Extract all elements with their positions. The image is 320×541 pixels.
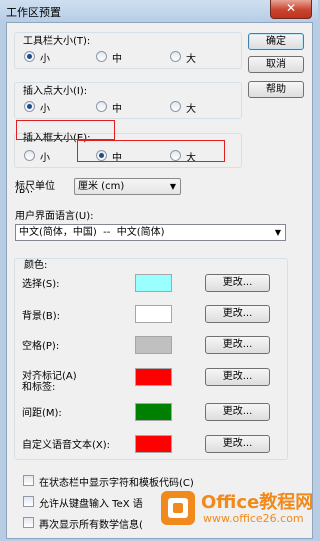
show-math-info-label[interactable]: 再次显示所有数学信息( xyxy=(39,516,143,531)
insertion-point-medium-radio[interactable] xyxy=(96,101,107,112)
toolbar-size-small-radio[interactable] xyxy=(24,51,35,62)
color-label-space: 空格(P): xyxy=(22,341,60,352)
help-button[interactable]: 帮助 xyxy=(248,81,304,98)
toolbar-size-small-label[interactable]: 小 xyxy=(40,50,50,65)
ui-language-select[interactable]: 中文(简体，中国) -- 中文(简体) ▼ xyxy=(15,224,286,241)
change-spacing-color-button[interactable]: 更改... xyxy=(205,403,270,421)
show-math-info-checkbox[interactable] xyxy=(23,517,34,528)
insertion-point-size-label: 插入点大小(I): xyxy=(23,86,88,97)
watermark-url: www.office26.com xyxy=(203,512,304,525)
ruler-unit-select[interactable]: 厘米 (cm) ▼ xyxy=(74,178,181,195)
color-label-custom-speech: 自定义语音文本(X): xyxy=(22,440,111,451)
highlight-box-label xyxy=(16,120,115,140)
ruler-unit-value: 厘米 (cm) xyxy=(78,181,125,192)
insertion-point-medium-label[interactable]: 中 xyxy=(112,100,122,115)
chevron-down-icon: ▼ xyxy=(274,228,281,237)
insertion-box-small-label[interactable]: 小 xyxy=(40,149,50,164)
watermark: Office教程网 www.office26.com xyxy=(159,485,313,535)
ok-button[interactable]: 确定 xyxy=(248,33,304,50)
colors-label: 颜色: xyxy=(24,260,48,271)
show-codes-checkbox[interactable] xyxy=(23,475,34,486)
office-logo-icon xyxy=(161,491,195,525)
color-swatch-selection xyxy=(135,274,172,292)
close-button[interactable]: ✕ xyxy=(270,0,312,19)
color-label-spacing: 间距(M): xyxy=(22,408,62,419)
insertion-point-small-label[interactable]: 小 xyxy=(40,100,50,115)
allow-tex-label[interactable]: 允许从键盘输入 TeX 语 xyxy=(39,495,143,510)
insertion-point-size-group: 插入点大小(I): 小 中 大 xyxy=(14,82,242,119)
toolbar-size-large-radio[interactable] xyxy=(170,51,181,62)
toolbar-size-large-label[interactable]: 大 xyxy=(186,50,196,65)
cancel-button[interactable]: 取消 xyxy=(248,56,304,73)
watermark-brand: Office教程网 xyxy=(201,492,314,513)
dialog-body: 工具栏大小(T): 小 中 大 插入点大小(I): 小 中 大 插入框大小(E)… xyxy=(6,22,313,539)
color-swatch-alignment xyxy=(135,368,172,386)
change-space-color-button[interactable]: 更改... xyxy=(205,336,270,354)
toolbar-size-group: 工具栏大小(T): 小 中 大 xyxy=(14,32,242,69)
ui-language-value: 中文(简体，中国) -- 中文(简体) xyxy=(19,227,165,238)
colors-group: 颜色: 选择(S): 更改... 背景(B): 更改... 空格(P): 更改.… xyxy=(14,258,288,460)
color-label-background: 背景(B): xyxy=(22,311,61,322)
insertion-point-large-label[interactable]: 大 xyxy=(186,100,196,115)
chevron-down-icon: ▼ xyxy=(169,182,176,191)
title-bar: 工作区预置 ✕ xyxy=(0,0,318,22)
color-swatch-background xyxy=(135,305,172,323)
color-swatch-space xyxy=(135,336,172,354)
toolbar-size-medium-label[interactable]: 中 xyxy=(112,50,122,65)
allow-tex-checkbox[interactable] xyxy=(23,496,34,507)
ui-language-label: 用户界面语言(U): xyxy=(15,211,94,222)
change-selection-color-button[interactable]: 更改... xyxy=(205,274,270,292)
window-title: 工作区预置 xyxy=(6,6,61,19)
color-swatch-custom-speech xyxy=(135,435,172,453)
highlight-box-options xyxy=(77,140,225,162)
change-custom-speech-color-button[interactable]: 更改... xyxy=(205,435,270,453)
color-label-alignment-2: 和标签: xyxy=(22,382,56,393)
change-background-color-button[interactable]: 更改... xyxy=(205,305,270,323)
insertion-point-large-radio[interactable] xyxy=(170,101,181,112)
toolbar-size-label: 工具栏大小(T): xyxy=(23,36,91,47)
color-label-selection: 选择(S): xyxy=(22,279,60,290)
toolbar-size-medium-radio[interactable] xyxy=(96,51,107,62)
change-alignment-color-button[interactable]: 更改... xyxy=(205,368,270,386)
ruler-unit-label-2: (R): xyxy=(15,188,33,193)
color-swatch-spacing xyxy=(135,403,172,421)
insertion-point-small-radio[interactable] xyxy=(24,101,35,112)
insertion-box-small-radio[interactable] xyxy=(24,150,35,161)
